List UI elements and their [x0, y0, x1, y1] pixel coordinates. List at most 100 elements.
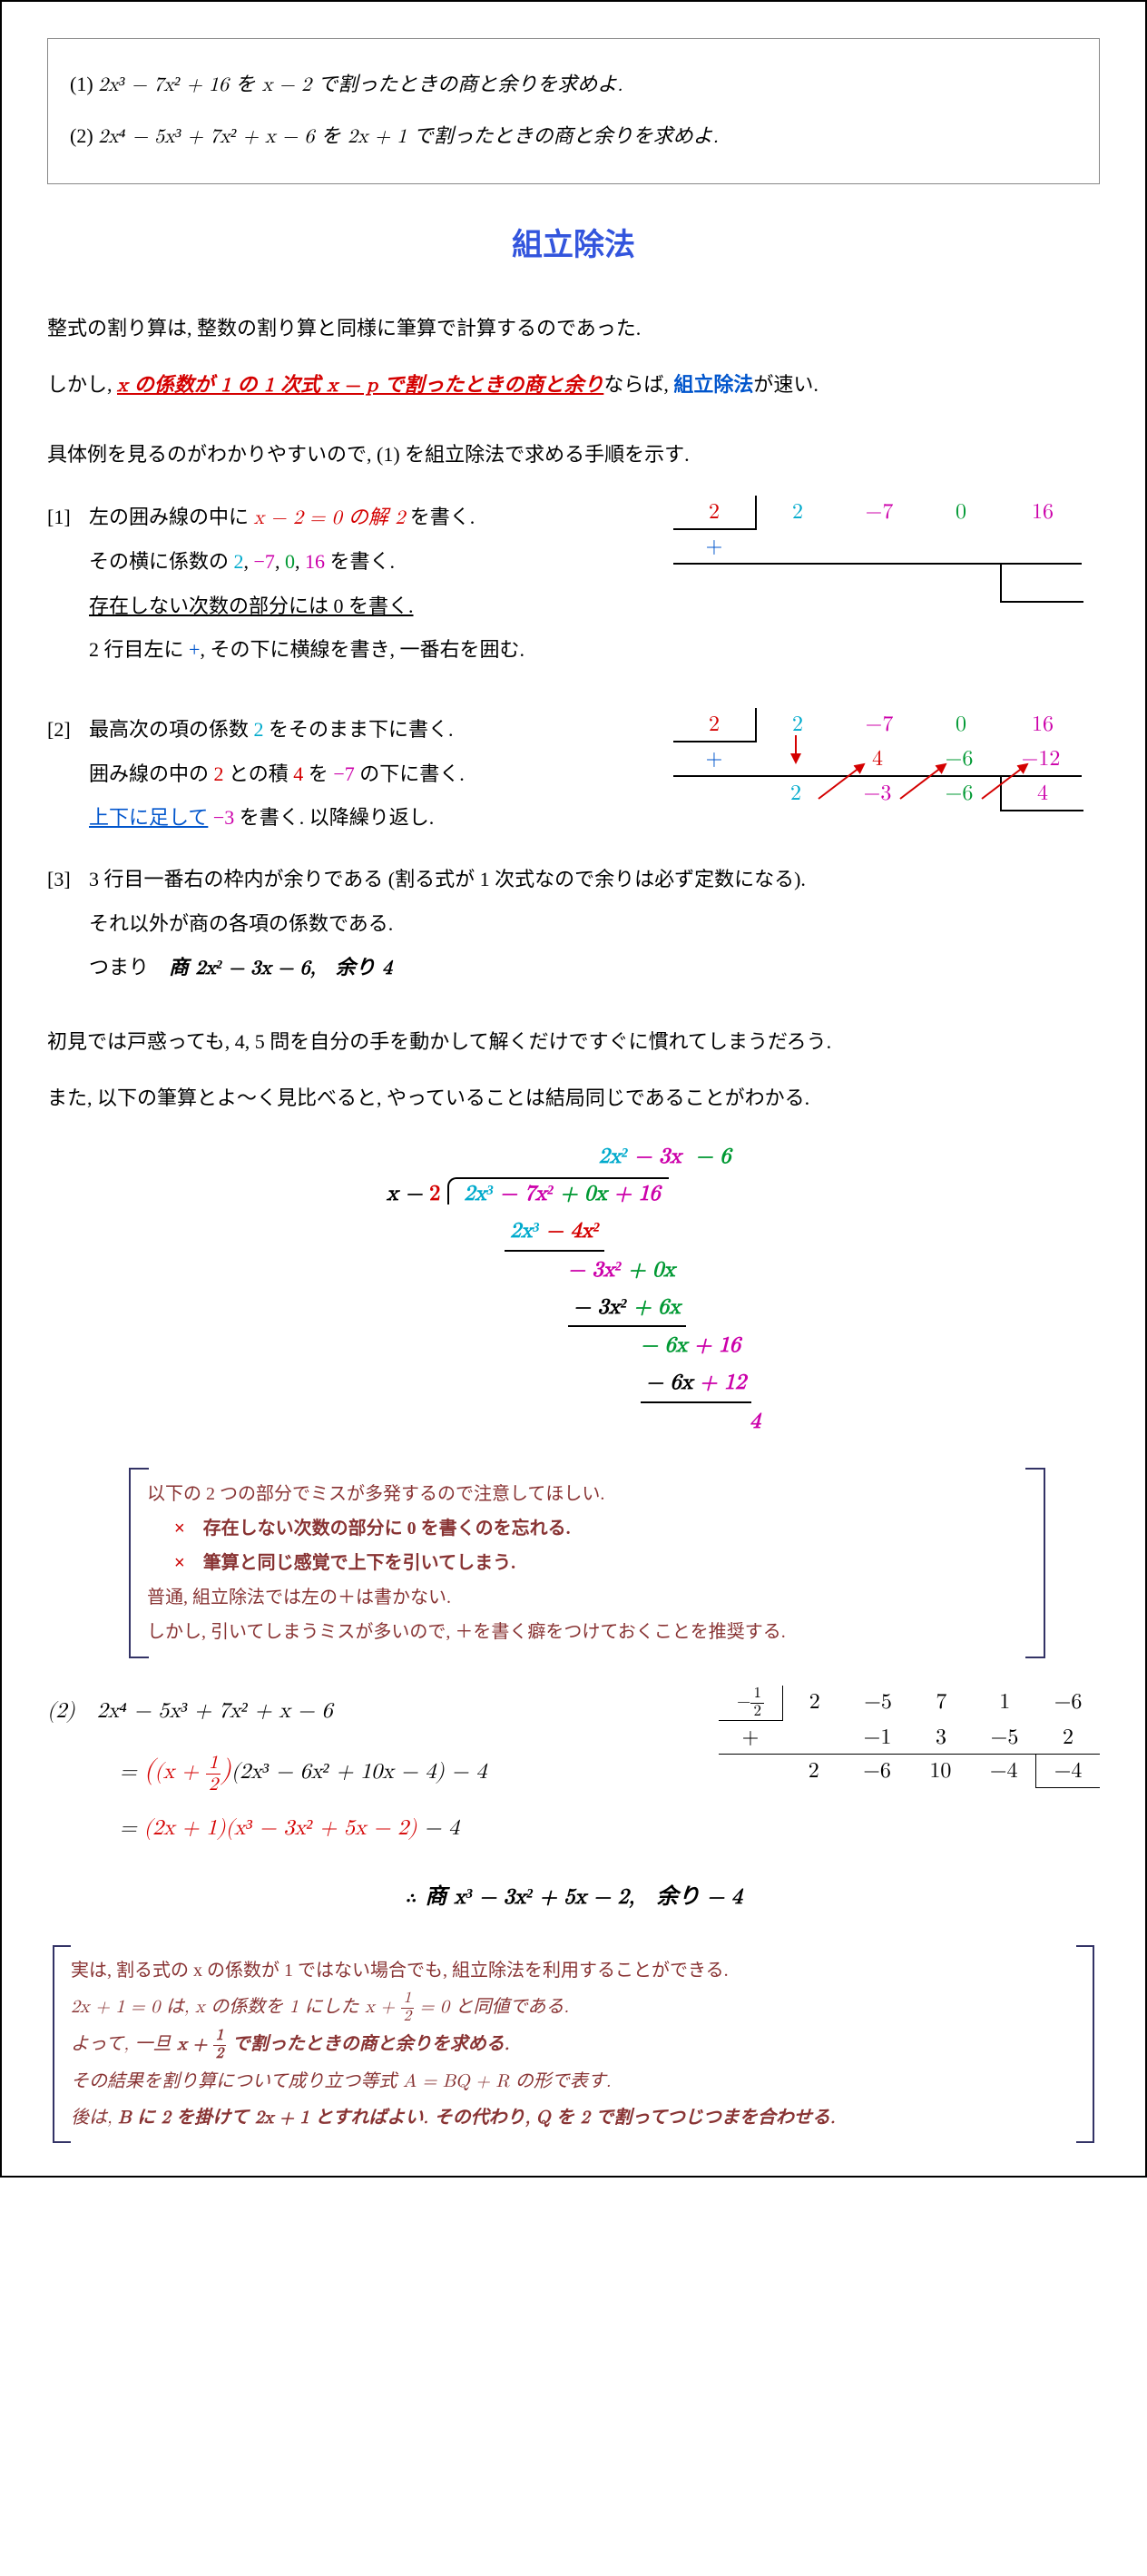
plus: + [673, 530, 755, 565]
question-1: (1) 2x³ − 7x² + 16 を x − 2 で割ったときの商と余りを求… [70, 63, 1077, 107]
root-condition: x − 2 = 0 の解 2 [254, 508, 406, 528]
fn-p5b: B に 2 を掛けて 2x + 1 とすればよい. その代わり, Q を 2 で… [118, 2109, 835, 2127]
r4a: − 6x [641, 1334, 687, 1356]
c: −5 [847, 1686, 910, 1721]
p: −5 [973, 1721, 1036, 1755]
blank [918, 565, 1000, 603]
r: 2 [782, 1755, 846, 1788]
add-rule: 上下に足して [89, 806, 208, 829]
intro-p3: 具体例を見るのがわかりやすいので, (1) を組立除法で求める手順を示す. [47, 433, 1100, 477]
step-3: [3] 3 行目一番右の枠内が余りである (割る式が 1 次式なので余りは必ず定… [47, 858, 1100, 990]
fn-p1: 実は, 割る式の x の係数が 1 ではない場合でも, 組立除法を利用することが… [71, 1952, 1076, 1989]
intro-p1: 整式の割り算は, 整数の割り算と同様に筆算で計算するのであった. [47, 307, 1100, 350]
r5a: − 6x [646, 1372, 692, 1393]
answer-2: 商 x³ − 3x² + 5x − 2, 余り − 4 [425, 1886, 741, 1908]
neg7: −7 [333, 762, 354, 785]
expr0: 2x⁴ − 5x³ + 7x² + x − 6 [97, 1700, 333, 1722]
text: をそのまま下に書く. [264, 718, 454, 741]
d3: + 0x [554, 1183, 607, 1204]
r1a: 2x³ [510, 1220, 539, 1242]
warn-x2: 筆算と同じ感覚で上下を引いてしまう. [203, 1553, 515, 1573]
question-2: (2) 2x⁴ − 5x³ + 7x² + x − 6 を 2x + 1 で割っ… [70, 114, 1077, 159]
text: との積 [224, 762, 294, 785]
r: −3 [837, 777, 918, 811]
plus: + [719, 1721, 782, 1755]
text: よって, 一旦 [71, 2035, 177, 2053]
blank [673, 565, 755, 603]
text: が速い. [753, 373, 819, 396]
text: その横に係数の [89, 550, 234, 573]
r3b: + 6x [627, 1296, 681, 1318]
r1b: − 4x² [539, 1220, 599, 1242]
eq: = [120, 1761, 144, 1783]
r: 2 [755, 777, 837, 811]
q2: − 3x [627, 1145, 681, 1167]
text: = 0 と同値である. [414, 1998, 569, 2016]
c: 16 [1002, 708, 1083, 742]
remainder: −4 [1035, 1755, 1100, 1788]
q1-label: (1) [70, 73, 93, 95]
coef2: 2 [254, 718, 264, 741]
c1: 2 [757, 496, 838, 530]
text: つまり [89, 956, 169, 978]
eq: = [120, 1817, 144, 1839]
r2a: − 3x² [568, 1259, 622, 1281]
n: 1 [401, 1991, 415, 2009]
plus-sign: + [189, 638, 200, 661]
remainder-box [1000, 565, 1083, 603]
text: しかし, [47, 373, 117, 396]
warn-head: 以下の 2 つの部分でミスが多発するので注意してほしい. [147, 1477, 1027, 1511]
step3-body: 3 行目一番右の枠内が余りである (割る式が 1 次式なので余りは必ず定数になる… [89, 858, 1100, 990]
rest1: (2x³ − 6x² + 10x − 4) − 4 [231, 1761, 487, 1783]
b [719, 1755, 782, 1788]
zero-rule: 存在しない次数の部分には 0 を書く. [89, 595, 414, 617]
p: 3 [909, 1721, 973, 1755]
fn-p4: その結果を割り算について成り立つ等式 A = BQ + R の形で表す. [71, 2063, 1076, 2099]
c4: 16 [1002, 496, 1083, 530]
text: x + [177, 2035, 212, 2053]
c: 7 [909, 1686, 973, 1721]
coef-2: 2 [234, 550, 244, 573]
text: を [303, 762, 333, 785]
half-n: 1 [206, 1753, 221, 1774]
r: −6 [918, 777, 1000, 811]
warn-foot2: しかし, 引いてしまうミスが多いので, ＋を書く癖をつけておくことを推奨する. [147, 1615, 1027, 1649]
p: 4 [837, 742, 918, 777]
synthetic-diagram-3: −12 2 −5 7 1 −6 + −1 3 −5 2 2 −6 10 −4 [719, 1686, 1100, 1788]
warning-note: 以下の 2 つの部分でミスが多発するので注意してほしい. × 存在しない次数の部… [129, 1468, 1045, 1658]
text: それ以外が商の各項の係数である. [89, 902, 1100, 946]
b [782, 1721, 846, 1755]
coef-0: 0 [285, 550, 295, 573]
step1-label: [1] [47, 496, 89, 539]
bridge-p1: 初見では戸惑っても, 4, 5 問を自分の手を動かして解くだけですぐに慣れてしま… [47, 1020, 1100, 1064]
b [673, 777, 755, 811]
step2-text: 最高次の項の係数 2 をそのまま下に書く. 囲み線の中の 2 との積 4 を −… [89, 708, 655, 840]
p: −6 [918, 742, 1000, 777]
plus: + [673, 742, 755, 777]
remainder: 4 [1000, 777, 1083, 811]
c: 2 [757, 708, 838, 742]
coef-16: 16 [305, 550, 325, 573]
factored: (2x + 1)(x³ − 3x² + 5x − 2) [144, 1817, 417, 1839]
therefore-icon [405, 1886, 425, 1908]
c: 1 [973, 1686, 1036, 1721]
text: で割ったときの商と余りを求める. [226, 2035, 509, 2053]
d: 2 [213, 2046, 227, 2063]
d: 2 [750, 1704, 764, 1721]
cross-icon: × [174, 1519, 185, 1539]
d1: 2x³ [464, 1183, 493, 1204]
p: −1 [846, 1721, 909, 1755]
main-title: 組立除法 [47, 211, 1100, 280]
warn-x1: 存在しない次数の部分に 0 を書くのを忘れる. [203, 1519, 571, 1539]
xplus: (x + [154, 1761, 206, 1783]
root: 2 [673, 708, 757, 742]
minus4: − 4 [417, 1817, 460, 1839]
step2-body: 最高次の項の係数 2 をそのまま下に書く. 囲み線の中の 2 との積 4 を −… [89, 708, 1100, 840]
c3: 0 [920, 496, 1002, 530]
p: −12 [1000, 742, 1082, 777]
step-2: [2] 最高次の項の係数 2 をそのまま下に書く. 囲み線の中の 2 との積 4… [47, 708, 1100, 840]
answer-1: 商 2x² − 3x − 6, 余り 4 [169, 959, 392, 978]
q1: 2x² [599, 1145, 628, 1167]
r4b: + 16 [687, 1334, 740, 1356]
text: 2 行目左に [89, 638, 189, 661]
